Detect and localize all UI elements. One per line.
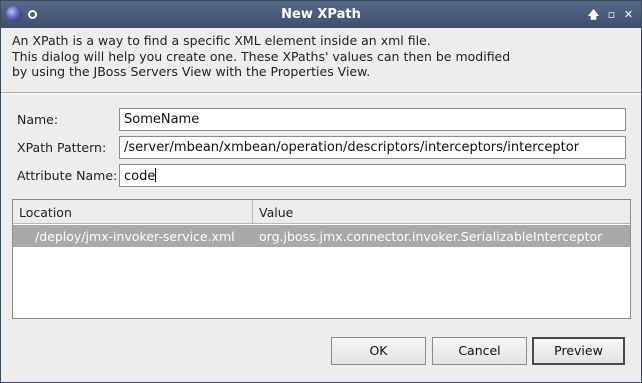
name-field[interactable]: SomeName bbox=[119, 108, 626, 131]
dialog-description: An XPath is a way to find a specific XML… bbox=[12, 33, 510, 80]
column-header-location[interactable]: Location bbox=[13, 200, 253, 223]
shade-up-icon[interactable]: 🡅 bbox=[586, 7, 601, 22]
xpath-results-table[interactable]: Location Value /deploy/jmx-invoker-servi… bbox=[12, 199, 631, 319]
name-label: Name: bbox=[17, 112, 59, 127]
attribute-name-value: code bbox=[124, 169, 156, 184]
column-header-value[interactable]: Value bbox=[253, 200, 630, 223]
row-value: org.jboss.jmx.connector.invoker.Serializ… bbox=[259, 229, 603, 244]
ok-button[interactable]: OK bbox=[331, 337, 426, 365]
cancel-button[interactable]: Cancel bbox=[432, 337, 527, 365]
preview-button[interactable]: Preview bbox=[532, 337, 625, 365]
table-row[interactable]: /deploy/jmx-invoker-service.xml org.jbos… bbox=[13, 225, 630, 247]
attribute-name-label: Attribute Name: bbox=[17, 168, 118, 183]
close-icon[interactable]: ✕ bbox=[621, 7, 636, 22]
description-line: An XPath is a way to find a specific XML… bbox=[12, 33, 431, 48]
text-caret bbox=[155, 168, 157, 182]
maximize-icon[interactable]: ▫ bbox=[604, 7, 619, 22]
window-title: New XPath bbox=[281, 7, 361, 22]
xpath-pattern-field[interactable]: /server/mbean/xmbean/operation/descripto… bbox=[119, 136, 626, 159]
title-bar[interactable]: New XPath 🡅 ▫ ✕ bbox=[1, 1, 641, 28]
description-line: This dialog will help you create one. Th… bbox=[12, 48, 511, 64]
attribute-name-field[interactable]: code bbox=[119, 164, 626, 187]
row-location: /deploy/jmx-invoker-service.xml bbox=[35, 229, 235, 244]
description-line: by using the JBoss Servers View with the… bbox=[12, 64, 371, 79]
header-separator bbox=[1, 92, 641, 94]
xpath-pattern-label: XPath Pattern: bbox=[17, 140, 107, 155]
new-xpath-dialog: New XPath 🡅 ▫ ✕ An XPath is a way to fin… bbox=[0, 0, 642, 383]
table-header: Location Value bbox=[13, 200, 630, 224]
